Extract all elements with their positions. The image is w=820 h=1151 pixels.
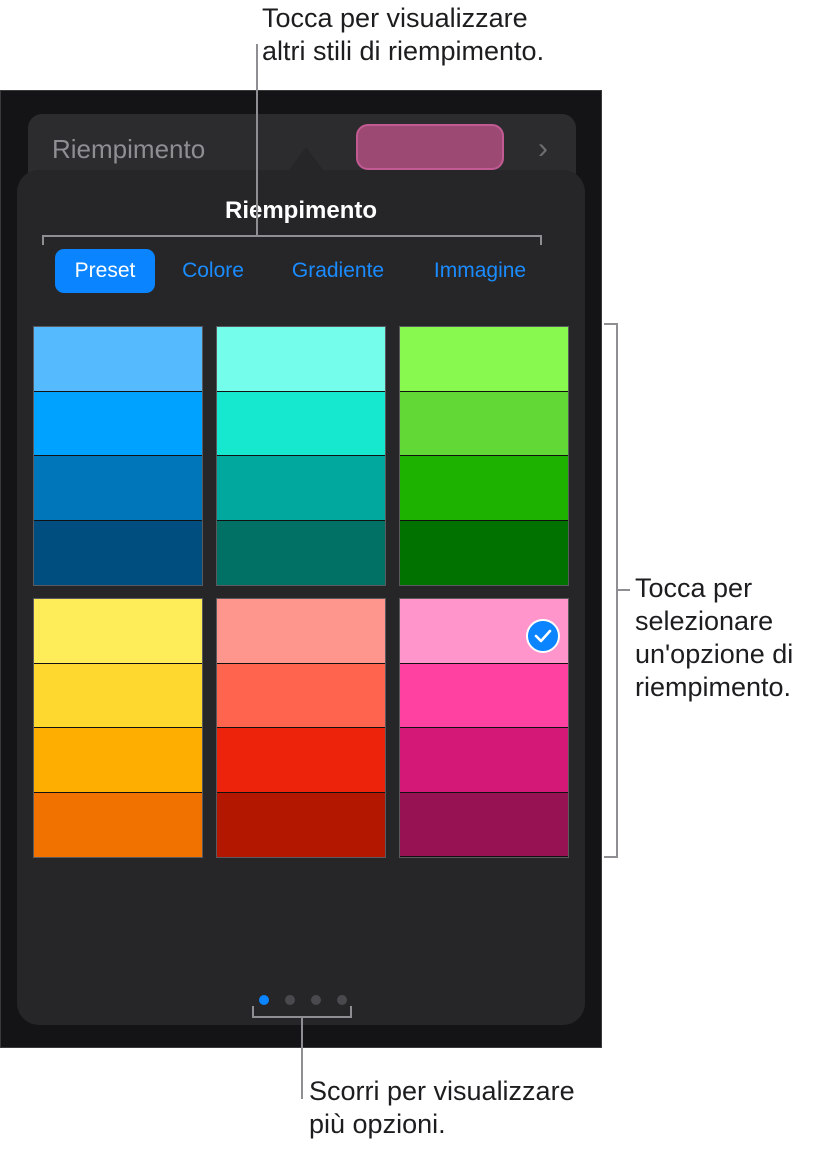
swatch-band-green-2 [400,391,568,456]
callout-bracket-swatches-bottom [604,856,617,858]
callout-bracket-dots-right [350,1006,352,1017]
swatch-band-yellow-2 [34,663,202,728]
callout-bracket-swatches-top [604,323,617,325]
swatch-band-green-1 [400,327,568,392]
chevron-right-icon: › [538,132,548,165]
swatch-band-pink-2 [400,663,568,728]
swatch-band-red-1 [217,599,385,664]
callout-line-bottom [301,1016,303,1099]
popover-title: Riempimento [224,197,377,224]
callout-bracket-tabs-left [42,235,44,245]
swatch-band-yellow-1 [34,599,202,664]
swatch-yellow[interactable] [33,598,203,858]
swatch-band-pink-3 [400,728,568,793]
swatch-band-teal-3 [217,456,385,521]
popover-arrow [288,147,324,171]
swatch-band-green-3 [400,456,568,521]
swatch-band-blue-4 [34,520,202,585]
swatch-band-green-4 [400,520,568,585]
swatch-blue[interactable] [33,326,203,586]
tab-gradiente[interactable]: Gradiente [279,249,397,293]
swatch-pink[interactable] [399,598,569,858]
fill-row-label: Riempimento [52,134,206,164]
swatch-green[interactable] [399,326,569,586]
figure: Tocca per visualizzare altri stili di ri… [0,0,820,1151]
callout-scroll-more-options: Scorri per visualizzare più opzioni. [309,1076,575,1139]
fill-popover: Riempimento Preset Colore Gradiente Imma… [17,170,585,1025]
swatch-band-teal-1 [217,327,385,392]
swatch-band-yellow-4 [34,792,202,857]
swatch-band-red-3 [217,728,385,793]
swatch-band-blue-1 [34,327,202,392]
tab-colore[interactable]: Colore [169,249,257,293]
tab-immagine[interactable]: Immagine [421,249,539,293]
callout-line-top [256,44,258,236]
device-screen: Riempimento › Riempimento Preset Colore … [0,90,602,1048]
callout-bracket-tabs-right [540,235,542,245]
page-dot-3[interactable] [311,995,321,1005]
swatch-band-blue-3 [34,456,202,521]
callout-line-right [616,589,630,591]
swatch-red[interactable] [216,598,386,858]
swatch-band-teal-2 [217,391,385,456]
page-dot-1[interactable] [259,995,269,1005]
tab-preset[interactable]: Preset [55,249,155,293]
swatch-band-red-2 [217,663,385,728]
page-dot-4[interactable] [337,995,347,1005]
checkmark-icon [526,619,560,653]
page-dot-2[interactable] [285,995,295,1005]
swatch-band-red-4 [217,792,385,857]
swatch-band-blue-2 [34,391,202,456]
swatch-band-yellow-3 [34,728,202,793]
current-fill-swatch[interactable] [356,124,504,170]
callout-select-fill-option: Tocca per selezionare un'opzione di riem… [635,573,794,702]
swatch-band-pink-4 [400,792,568,857]
callout-bracket-dots-left [252,1006,254,1017]
swatch-teal[interactable] [216,326,386,586]
swatch-band-teal-4 [217,520,385,585]
callout-more-fill-styles: Tocca per visualizzare altri stili di ri… [262,3,545,66]
callout-bracket-tabs [42,235,542,237]
